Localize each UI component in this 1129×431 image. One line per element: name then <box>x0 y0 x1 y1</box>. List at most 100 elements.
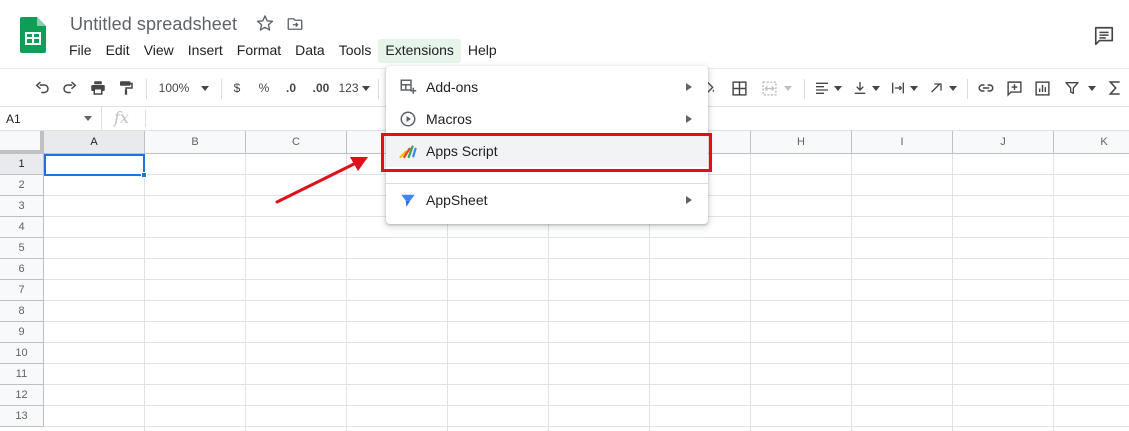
row-header-1[interactable]: 1 <box>0 154 44 175</box>
toolbar-divider <box>804 79 805 99</box>
chevron-down-icon <box>1088 85 1096 91</box>
menu-edit[interactable]: Edit <box>99 39 137 63</box>
row-header-13[interactable]: 13 <box>0 406 44 427</box>
row-header-2[interactable]: 2 <box>0 175 44 196</box>
row-header-10[interactable]: 10 <box>0 343 44 364</box>
column-header-k[interactable]: K <box>1054 131 1129 154</box>
appsheet-icon <box>401 194 415 207</box>
redo-button[interactable] <box>59 77 81 99</box>
row-header-8[interactable]: 8 <box>0 301 44 322</box>
row-header-5[interactable]: 5 <box>0 238 44 259</box>
menu-item-macros[interactable]: Macros <box>386 103 708 135</box>
macros-icon <box>400 111 416 127</box>
row-header-9[interactable]: 9 <box>0 322 44 343</box>
column-header-i[interactable]: I <box>852 131 953 154</box>
sigma-icon <box>1108 81 1120 95</box>
print-button[interactable] <box>87 77 109 99</box>
chevron-down-icon <box>361 85 370 91</box>
decrease-decimal-label: .0 <box>285 81 296 95</box>
submenu-arrow-icon <box>686 196 692 204</box>
row-header-11[interactable]: 11 <box>0 364 44 385</box>
sheets-logo-icon[interactable] <box>20 17 46 53</box>
menu-tools[interactable]: Tools <box>332 39 379 63</box>
chevron-down-icon <box>949 85 957 91</box>
borders-icon <box>731 80 747 96</box>
row-header-6[interactable]: 6 <box>0 259 44 280</box>
column-header-a[interactable]: A <box>44 131 145 154</box>
functions-button[interactable] <box>1106 77 1124 99</box>
star-icon[interactable] <box>256 14 274 32</box>
format-percent-button[interactable]: % <box>255 77 273 99</box>
menu-data[interactable]: Data <box>288 39 332 63</box>
toolbar-divider <box>378 79 379 99</box>
format-currency-button[interactable]: $ <box>228 77 246 99</box>
menu-item-add-ons[interactable]: Add-ons <box>386 71 708 103</box>
text-wrapping-button[interactable] <box>888 77 920 99</box>
active-cell-a1[interactable] <box>44 154 147 178</box>
increase-decimal-button[interactable]: .00 <box>309 77 333 99</box>
vertical-align-button[interactable] <box>850 77 882 99</box>
row-header-12[interactable]: 12 <box>0 385 44 406</box>
horizontal-align-button[interactable] <box>812 77 844 99</box>
row-headers: 1 2 3 4 5 6 7 8 9 10 11 12 13 <box>0 154 44 427</box>
currency-label: $ <box>233 81 241 95</box>
column-header-b[interactable]: B <box>145 131 246 154</box>
menu-view[interactable]: View <box>137 39 181 63</box>
row-header-4[interactable]: 4 <box>0 217 44 238</box>
filter-button[interactable] <box>1061 77 1099 99</box>
chevron-down-icon <box>84 116 92 121</box>
menu-file[interactable]: File <box>62 39 99 63</box>
row-header-3[interactable]: 3 <box>0 196 44 217</box>
undo-icon <box>35 81 49 94</box>
link-icon <box>978 84 994 92</box>
menu-item-label: Macros <box>426 111 472 127</box>
print-icon <box>91 81 105 95</box>
align-left-icon <box>816 82 828 94</box>
merge-cells-icon <box>761 80 777 96</box>
row-header-7[interactable]: 7 <box>0 280 44 301</box>
document-title[interactable]: Untitled spreadsheet <box>70 14 237 35</box>
undo-button[interactable] <box>31 77 53 99</box>
zoom-select[interactable]: 100% <box>154 77 214 99</box>
formula-divider <box>145 110 146 127</box>
chevron-down-icon <box>201 85 210 91</box>
submenu-arrow-icon <box>686 115 692 123</box>
toolbar-divider <box>967 79 968 99</box>
menu-item-label: Add-ons <box>426 79 479 95</box>
paint-format-button[interactable] <box>115 77 137 99</box>
menu-item-label: AppSheet <box>426 192 488 208</box>
decrease-decimal-button[interactable]: .0 <box>281 77 301 99</box>
more-formats-button[interactable]: 123 <box>337 77 371 99</box>
title-bar: Untitled spreadsheet File Edit View Inse… <box>0 0 1129 68</box>
select-all-corner[interactable] <box>0 131 44 154</box>
insert-chart-button[interactable] <box>1031 77 1053 99</box>
column-header-j[interactable]: J <box>953 131 1054 154</box>
menu-insert[interactable]: Insert <box>181 39 230 63</box>
chevron-down-icon <box>872 85 880 91</box>
text-rotation-button[interactable] <box>926 77 960 99</box>
merge-cells-button[interactable] <box>756 77 796 99</box>
comments-icon[interactable] <box>1093 25 1115 47</box>
chevron-down-icon <box>783 85 792 91</box>
menu-format[interactable]: Format <box>230 39 288 63</box>
menu-extensions[interactable]: Extensions <box>378 39 461 63</box>
fill-handle[interactable] <box>141 172 147 178</box>
zoom-value: 100% <box>158 81 190 95</box>
insert-comment-button[interactable] <box>1003 77 1025 99</box>
menu-item-appsheet[interactable]: AppSheet <box>386 184 708 216</box>
move-to-folder-icon[interactable] <box>286 15 304 33</box>
name-box-value: A1 <box>6 112 21 126</box>
add-comment-icon <box>1006 80 1022 97</box>
submenu-arrow-icon <box>686 83 692 91</box>
insert-link-button[interactable] <box>975 77 997 99</box>
column-header-h[interactable]: H <box>751 131 852 154</box>
chevron-down-icon <box>834 85 842 91</box>
add-ons-icon <box>400 79 417 94</box>
menu-help[interactable]: Help <box>461 39 504 63</box>
name-box[interactable]: A1 <box>0 107 102 130</box>
chevron-down-icon <box>910 85 918 91</box>
more-formats-label: 123 <box>338 81 359 95</box>
redo-icon <box>63 81 77 94</box>
menu-bar: File Edit View Insert Format Data Tools … <box>62 39 504 63</box>
borders-button[interactable] <box>728 77 750 99</box>
